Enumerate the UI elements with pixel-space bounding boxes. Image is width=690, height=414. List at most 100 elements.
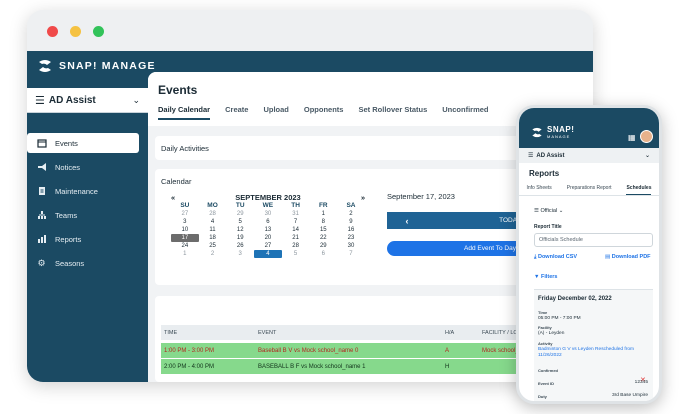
sidebar-item-label: Notices: [55, 162, 81, 172]
calendar-day[interactable]: 29: [309, 242, 337, 250]
phone-logo: SNAP! MANAGE: [530, 126, 574, 139]
month-label: SEPTEMBER 2023: [235, 193, 301, 202]
snap-logo-icon: [532, 127, 542, 138]
calendar-day[interactable]: 30: [254, 210, 282, 218]
phone-brand-bottom: MANAGE: [547, 134, 571, 139]
calendar-day[interactable]: 24: [171, 242, 199, 250]
apps-grid-icon[interactable]: ▦: [628, 133, 636, 142]
report-type-select[interactable]: ☰ Official ⌄: [534, 208, 563, 214]
calendar-day[interactable]: 27: [171, 210, 199, 218]
activity-value[interactable]: Badminton G V vs Leyden Rescheduled from…: [538, 347, 648, 359]
maximize-window-button[interactable]: [93, 26, 104, 37]
calendar-day[interactable]: 6: [254, 218, 282, 226]
column-header-time[interactable]: TIME: [161, 330, 258, 336]
calendar-day[interactable]: 14: [282, 226, 310, 234]
calendar-day[interactable]: 22: [309, 234, 337, 242]
filters-button[interactable]: ▼ Filters: [534, 274, 558, 280]
sidebar-item-maintenance[interactable]: Maintenance: [27, 181, 148, 201]
calendar-day[interactable]: 17: [171, 234, 199, 242]
tab-create[interactable]: Create: [225, 105, 248, 120]
sidebar-item-label: Reports: [55, 234, 82, 244]
title-bar: [27, 10, 593, 51]
calendar-day[interactable]: 9: [337, 218, 365, 226]
calendar-day[interactable]: 6: [309, 250, 337, 258]
row-event: BASEBALL B F vs Mock school_name 1: [258, 363, 366, 370]
sidebar-item-events[interactable]: Events: [27, 133, 139, 153]
close-window-button[interactable]: [47, 26, 58, 37]
calendar-day[interactable]: 3: [226, 250, 254, 258]
calendar-week-row: 3456789: [171, 218, 365, 226]
sidebar-item-seasons[interactable]: ⚙ Seasons: [27, 253, 148, 273]
tab-info-sheets[interactable]: Info Sheets: [526, 185, 551, 191]
events-tabs: Daily Calendar Create Upload Opponents S…: [158, 105, 504, 120]
prev-day-button[interactable]: ‹: [387, 216, 427, 226]
row-ha: H: [445, 363, 450, 370]
calendar-day[interactable]: 27: [254, 242, 282, 250]
facility-label: Facility: [538, 325, 552, 330]
activity-label: Activity: [538, 341, 553, 346]
download-csv-button[interactable]: ⤓ Download CSV: [534, 254, 577, 261]
weekday-label: FR: [318, 202, 328, 209]
calendar-day[interactable]: 18: [199, 234, 227, 242]
avatar[interactable]: [640, 130, 653, 143]
calendar-day[interactable]: 16: [337, 226, 365, 234]
calendar-day[interactable]: 5: [226, 218, 254, 226]
calendar-day[interactable]: 10: [171, 226, 199, 234]
tab-upload[interactable]: Upload: [263, 105, 288, 120]
phone-page-title: Reports: [529, 169, 560, 178]
calendar-day[interactable]: 29: [226, 210, 254, 218]
calendar-day[interactable]: 7: [337, 250, 365, 258]
calendar-day[interactable]: 8: [309, 218, 337, 226]
school-selector[interactable]: ☰ AD Assist ⌄: [27, 88, 148, 113]
sidebar-item-reports[interactable]: Reports: [27, 229, 148, 249]
tab-preparations-report[interactable]: Preparations Report: [567, 185, 612, 191]
tab-opponents[interactable]: Opponents: [304, 105, 344, 120]
calendar-day[interactable]: 19: [226, 234, 254, 242]
calendar-day[interactable]: 7: [282, 218, 310, 226]
calendar-header: « SEPTEMBER 2023 »: [171, 193, 365, 202]
next-month-button[interactable]: »: [361, 193, 365, 202]
minimize-window-button[interactable]: [70, 26, 81, 37]
calendar-day[interactable]: 2: [199, 250, 227, 258]
calendar-day[interactable]: 23: [337, 234, 365, 242]
calendar-day[interactable]: 4: [254, 250, 282, 258]
calendar-day[interactable]: 3: [171, 218, 199, 226]
column-header-event[interactable]: EVENT: [258, 330, 445, 336]
calendar-day[interactable]: 11: [199, 226, 227, 234]
calendar-week-row: 1234567: [171, 250, 365, 258]
report-title-label: Report Title: [534, 224, 562, 230]
column-header-ha[interactable]: H/A: [445, 330, 482, 336]
phone-school-selector[interactable]: ☰ AD Assist ⌄: [519, 148, 659, 163]
calendar-day[interactable]: 31: [282, 210, 310, 218]
calendar-day[interactable]: 25: [199, 242, 227, 250]
report-type-value: Official: [540, 208, 558, 214]
sidebar-item-teams[interactable]: Teams: [27, 205, 148, 225]
calendar-day[interactable]: 15: [309, 226, 337, 234]
weekday-label: WE: [262, 202, 274, 209]
calendar-day[interactable]: 4: [199, 218, 227, 226]
calendar-day[interactable]: 5: [282, 250, 310, 258]
calendar-day[interactable]: 28: [282, 242, 310, 250]
chevron-down-icon: ⌄: [132, 94, 140, 105]
prev-month-button[interactable]: «: [171, 193, 175, 202]
tab-schedules[interactable]: Schedules: [626, 185, 652, 195]
calendar-day[interactable]: 1: [309, 210, 337, 218]
calendar-day[interactable]: 13: [254, 226, 282, 234]
calendar-day[interactable]: 12: [226, 226, 254, 234]
calendar-day[interactable]: 30: [337, 242, 365, 250]
calendar-day[interactable]: 28: [199, 210, 227, 218]
daily-activities-title: Daily Activities: [161, 144, 209, 153]
calendar-day[interactable]: 2: [337, 210, 365, 218]
calendar-day[interactable]: 1: [171, 250, 199, 258]
calendar-day[interactable]: 21: [282, 234, 310, 242]
sidebar-item-notices[interactable]: Notices: [27, 157, 148, 177]
report-title-input[interactable]: Officials Schedule: [534, 233, 653, 247]
chart-icon: [36, 234, 47, 245]
calendar-day[interactable]: 20: [254, 234, 282, 242]
calendar-day[interactable]: 26: [226, 242, 254, 250]
phone-report-tabs: Info Sheets Preparations Report Schedule…: [519, 185, 659, 196]
tab-set-rollover-status[interactable]: Set Rollover Status: [358, 105, 427, 120]
tab-unconfirmed[interactable]: Unconfirmed: [442, 105, 488, 120]
download-pdf-button[interactable]: ▤ Download PDF: [605, 254, 651, 260]
tab-daily-calendar[interactable]: Daily Calendar: [158, 105, 211, 120]
